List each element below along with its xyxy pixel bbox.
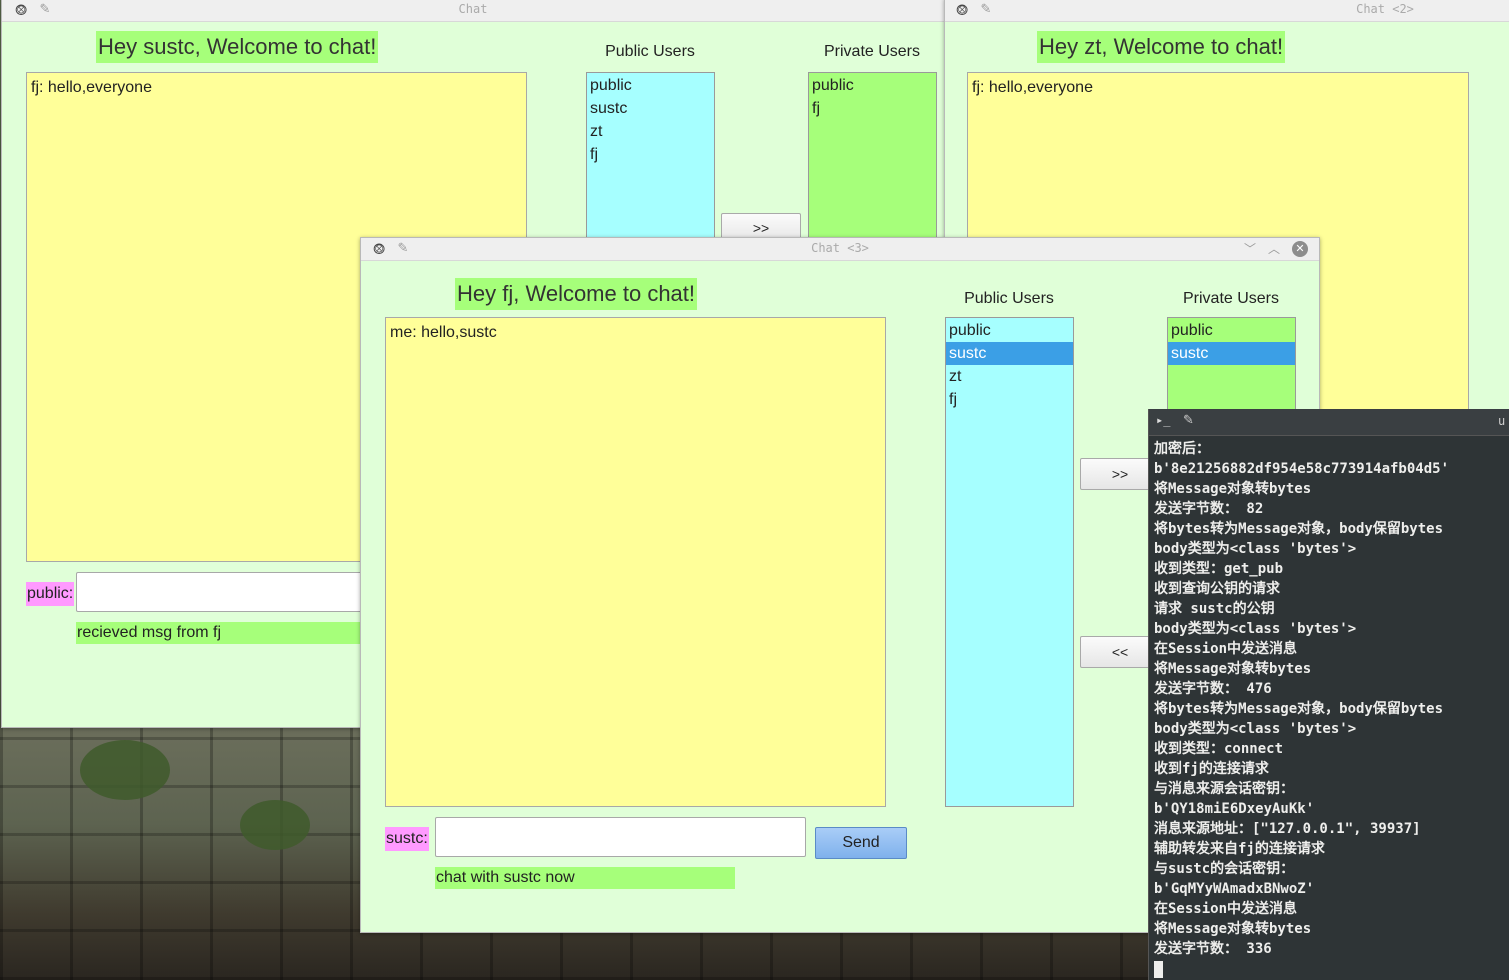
terminal-line: 发送字节数： 336 xyxy=(1154,941,1272,957)
list-item-selected[interactable]: sustc xyxy=(946,342,1073,365)
public-users-label: Public Users xyxy=(964,290,1054,307)
window-title: Chat <2> xyxy=(1356,2,1414,16)
terminal-line: b'GqMYyWAmadxBNwoZ' xyxy=(1154,881,1315,897)
terminal-line: 将bytes转为Message对象，body保留bytes xyxy=(1154,521,1444,537)
terminal-line: 收到fj的连接请求 xyxy=(1154,761,1269,777)
terminal-line: 收到查询公钥的请求 xyxy=(1154,581,1280,597)
list-item-selected[interactable]: sustc xyxy=(1168,342,1295,365)
window-titlebar[interactable]: ⨷ ✎ Chat <3> ﹀ ︿ ✕ xyxy=(361,238,1319,261)
chat-message: fj: hello,everyone xyxy=(31,79,152,96)
terminal-titlebar[interactable]: ▸_ ✎ u xyxy=(1149,409,1509,436)
input-label: sustc: xyxy=(385,827,429,851)
private-users-label: Private Users xyxy=(823,43,921,60)
terminal-line: b'QY18miE6DxeyAuKk' xyxy=(1154,801,1315,817)
terminal-line: 发送字节数： 476 xyxy=(1154,681,1272,697)
private-users-label: Private Users xyxy=(1182,290,1280,307)
terminal-icon: ▸_ xyxy=(1156,413,1171,427)
list-item[interactable]: zt xyxy=(587,120,714,143)
pin-icon[interactable]: ✎ xyxy=(977,1,995,19)
window-title: Chat <3> xyxy=(811,241,869,255)
terminal-line: body类型为<class 'bytes'> xyxy=(1154,621,1357,637)
list-item[interactable]: fj xyxy=(809,97,936,120)
list-item[interactable]: public xyxy=(1168,319,1295,342)
terminal-line: 收到类型：get_pub xyxy=(1154,561,1284,577)
terminal-line: body类型为<class 'bytes'> xyxy=(1154,541,1357,557)
private-users-list[interactable]: public fj xyxy=(808,72,937,242)
public-users-list[interactable]: public sustc zt fj xyxy=(586,72,715,242)
terminal-line: 将Message对象转bytes xyxy=(1154,661,1312,677)
welcome-banner: Hey fj, Welcome to chat! xyxy=(455,278,698,310)
terminal-line: 消息来源地址：["127.0.0.1", 39937] xyxy=(1154,821,1421,837)
terminal-line: b'8e21256882df954e58c773914afb04d5' xyxy=(1154,461,1450,477)
terminal-line: 辅助转发来自fj的连接请求 xyxy=(1154,841,1325,857)
input-label: public: xyxy=(26,582,75,606)
terminal-line: 在Session中发送消息 xyxy=(1154,641,1298,657)
terminal-line: 在Session中发送消息 xyxy=(1154,901,1298,917)
app-menu-icon[interactable]: ⨷ xyxy=(953,1,971,19)
terminal-line: 将bytes转为Message对象，body保留bytes xyxy=(1154,701,1444,717)
pin-icon[interactable]: ✎ xyxy=(1183,413,1194,428)
terminal-cursor xyxy=(1154,960,1163,978)
minimize-icon[interactable]: ﹀ xyxy=(1241,240,1259,258)
wallpaper-foliage xyxy=(240,800,310,850)
public-users-label: Public Users xyxy=(605,43,695,60)
list-item[interactable]: fj xyxy=(946,388,1073,411)
wallpaper-foliage xyxy=(80,740,170,800)
list-item[interactable]: public xyxy=(587,74,714,97)
terminal-line: 收到类型：connect xyxy=(1154,741,1284,757)
public-users-list[interactable]: public sustc zt fj xyxy=(945,317,1074,807)
list-item[interactable]: fj xyxy=(587,143,714,166)
terminal-line: body类型为<class 'bytes'> xyxy=(1154,721,1357,737)
terminal-line: 将Message对象转bytes xyxy=(1154,921,1312,937)
window-title: Chat xyxy=(458,2,488,16)
terminal-prompt[interactable] xyxy=(1154,959,1509,979)
send-button[interactable]: Send xyxy=(815,827,907,859)
chat-history: me: hello,sustc xyxy=(385,317,886,807)
status-bar: chat with sustc now xyxy=(435,867,735,889)
list-item[interactable]: zt xyxy=(946,365,1073,388)
terminal-title: u xyxy=(1498,414,1506,428)
status-bar: recieved msg from fj xyxy=(76,622,396,644)
maximize-icon[interactable]: ︿ xyxy=(1265,240,1283,258)
terminal-line: 与消息来源会话密钥： xyxy=(1154,781,1294,797)
message-input[interactable] xyxy=(76,572,396,612)
terminal-output[interactable]: 加密后： b'8e21256882df954e58c773914afb04d5'… xyxy=(1154,439,1509,979)
close-icon[interactable]: ✕ xyxy=(1292,241,1308,257)
message-input[interactable] xyxy=(435,817,806,857)
chat-message: me: hello,sustc xyxy=(390,324,497,341)
list-item[interactable]: sustc xyxy=(587,97,714,120)
terminal-line: 请求 sustc的公钥 xyxy=(1154,601,1275,617)
chat-message: fj: hello,everyone xyxy=(972,79,1093,96)
welcome-banner: Hey zt, Welcome to chat! xyxy=(1037,31,1286,63)
terminal-line: 发送字节数： 82 xyxy=(1154,501,1264,517)
terminal-window: ▸_ ✎ u 加密后： b'8e21256882df954e58c773914a… xyxy=(1148,409,1509,980)
terminal-line: 与sustc的会话密钥： xyxy=(1154,861,1295,877)
window-titlebar[interactable]: ⨷ ✎ Chat xyxy=(2,0,944,22)
window-titlebar[interactable]: ⨷ ✎ Chat <2> xyxy=(945,0,1509,22)
list-item[interactable]: public xyxy=(809,74,936,97)
terminal-line: 加密后： xyxy=(1154,441,1210,457)
welcome-banner: Hey sustc, Welcome to chat! xyxy=(96,31,379,63)
terminal-line: 将Message对象转bytes xyxy=(1154,481,1312,497)
list-item[interactable]: public xyxy=(946,319,1073,342)
